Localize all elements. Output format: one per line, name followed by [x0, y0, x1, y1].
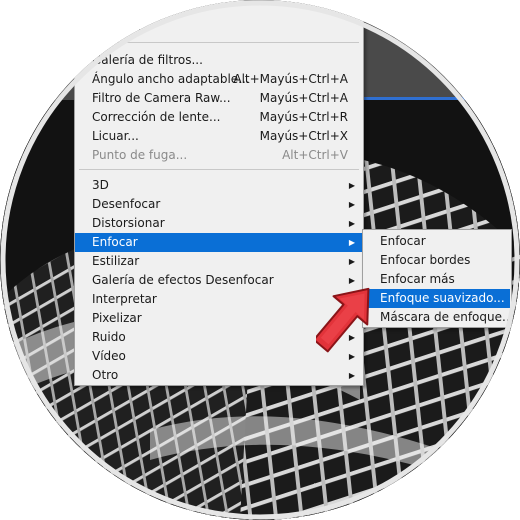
menu-item-liquify[interactable]: Licuar... Mayús+Ctrl+X — [75, 127, 363, 146]
submenu-3d[interactable]: 3D ▶ — [75, 176, 363, 195]
menu-item-label: Distorsionar — [92, 216, 165, 230]
submenu-item-label: Enfoque suavizado... — [380, 291, 505, 305]
submenu-item-label: Máscara de enfoque... — [380, 310, 514, 324]
menu-item-label: Ruido — [92, 330, 126, 344]
submenu-distort[interactable]: Distorsionar ▶ — [75, 214, 363, 233]
submenu-item-unsharp-mask[interactable]: Máscara de enfoque... — [364, 308, 514, 327]
menu-item-label: Enfocar — [92, 235, 138, 249]
submenu-item-label: Enfocar — [380, 234, 426, 248]
submenu-other[interactable]: Otro ▶ — [75, 366, 363, 385]
menu-item-shortcut: Mayús+Ctrl+R — [259, 110, 348, 124]
menu-item-label: Galería de filtros... — [92, 53, 203, 67]
chevron-right-icon: ▶ — [348, 371, 355, 380]
menu-item-label: Pixelizar — [92, 311, 142, 325]
menu-item-filter-gallery[interactable]: Galería de filtros... — [75, 51, 363, 70]
menu-item-adaptive-wide-angle[interactable]: Ángulo ancho adaptable... Alt+Mayús+Ctrl… — [75, 70, 363, 89]
menu-item-label: ...ltros... — [92, 19, 142, 33]
submenu-item-smart-sharpen[interactable]: Enfoque suavizado... — [364, 289, 510, 308]
red-arrow-pointer-icon — [316, 287, 370, 353]
menu-item-shortcut: Alt+Ctrl+V — [282, 148, 348, 162]
submenu-item-sharpen[interactable]: Enfocar — [364, 232, 510, 251]
menu-item-label: Galería de efectos Desenfocar — [92, 273, 274, 287]
menu-item-lens-correction[interactable]: Corrección de lente... Mayús+Ctrl+R — [75, 108, 363, 127]
chevron-right-icon: ▶ — [348, 257, 355, 266]
menu-item-shortcut: Alt+Mayús+Ctrl+A — [233, 72, 348, 86]
menu-item-label: Otro — [92, 368, 119, 382]
submenu-item-sharpen-edges[interactable]: Enfocar bordes — [364, 251, 510, 270]
menu-item-last-filter[interactable]: ...ltros... — [75, 17, 363, 36]
chevron-right-icon: ▶ — [348, 219, 355, 228]
chevron-right-icon: ▶ — [348, 200, 355, 209]
menu-item-shortcut: Mayús+Ctrl+A — [259, 91, 348, 105]
zoomed-screenshot-circle: ...ltros... Galería de filtros... Ángulo… — [0, 0, 520, 520]
menu-item-label: Desenfocar — [92, 197, 161, 211]
menu-item-label: Licuar... — [92, 129, 139, 143]
menu-item-label: Vídeo — [92, 349, 126, 363]
menu-item-shortcut: Mayús+Ctrl+X — [259, 129, 348, 143]
menu-item-label: Interpretar — [92, 292, 157, 306]
menu-separator — [79, 169, 359, 170]
chevron-right-icon: ▶ — [348, 181, 355, 190]
menu-item-vanishing-point: Punto de fuga... Alt+Ctrl+V — [75, 146, 363, 165]
menu-separator — [79, 42, 359, 43]
submenu-sharpen[interactable]: Enfocar ▶ — [75, 233, 363, 252]
submenu-item-sharpen-more[interactable]: Enfocar más — [364, 270, 510, 289]
submenu-item-label: Enfocar más — [380, 272, 455, 286]
menu-item-label: Estilizar — [92, 254, 140, 268]
menu-item-label: Punto de fuga... — [92, 148, 188, 162]
submenu-blur[interactable]: Desenfocar ▶ — [75, 195, 363, 214]
menu-item-label: Corrección de lente... — [92, 110, 221, 124]
menu-item-label: 3D — [92, 178, 109, 192]
submenu-stylize[interactable]: Estilizar ▶ — [75, 252, 363, 271]
submenu-item-label: Enfocar bordes — [380, 253, 471, 267]
sharpen-submenu: Enfocar Enfocar bordes Enfocar más Enfoq… — [362, 229, 514, 328]
menu-item-camera-raw-filter[interactable]: Filtro de Camera Raw... Mayús+Ctrl+A — [75, 89, 363, 108]
menu-item-label: Filtro de Camera Raw... — [92, 91, 231, 105]
menu-item-label: Ángulo ancho adaptable... — [92, 72, 250, 86]
chevron-right-icon: ▶ — [348, 238, 355, 247]
